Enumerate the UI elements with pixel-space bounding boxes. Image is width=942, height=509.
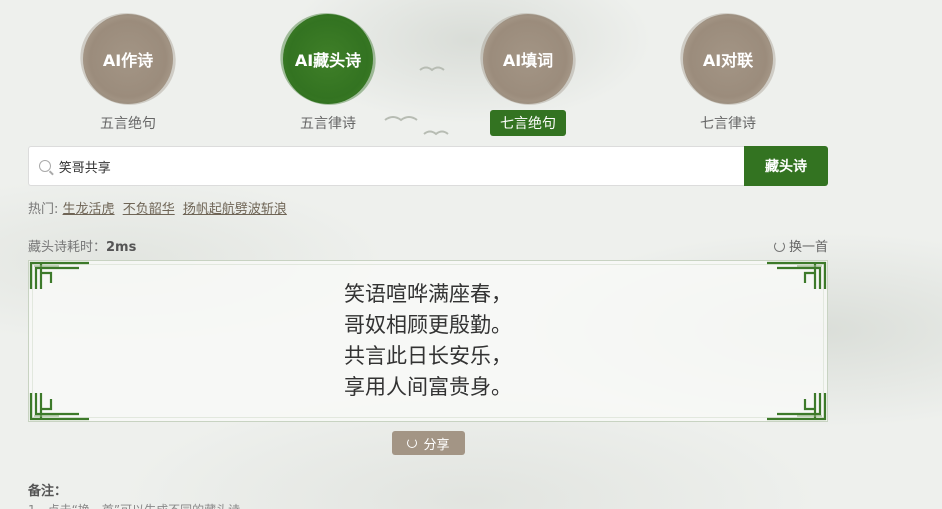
mode-item-ai-acrostic: AI藏头诗 五言律诗 bbox=[268, 14, 388, 136]
mode-label: AI填词 bbox=[502, 51, 554, 70]
hot-keyword-link[interactable]: 生龙活虎 bbox=[63, 202, 115, 217]
form-option-qiyan-jueju[interactable]: 七言绝句 bbox=[490, 110, 566, 136]
share-button[interactable]: 分享 bbox=[392, 431, 465, 455]
hot-label: 热门: bbox=[28, 202, 59, 217]
refresh-icon bbox=[773, 241, 785, 252]
search-icon bbox=[39, 160, 51, 172]
search-bar: 藏头诗 bbox=[28, 146, 828, 186]
mode-ai-acrostic-button[interactable]: AI藏头诗 bbox=[283, 14, 373, 104]
mode-item-ai-couplet: AI对联 七言律诗 bbox=[668, 14, 788, 136]
poem-line: 哥奴相顾更殷勤。 bbox=[344, 313, 512, 337]
note-title-text: 备注： bbox=[28, 484, 68, 499]
hot-keyword-link[interactable]: 不负韶华 bbox=[123, 202, 175, 217]
mode-item-ai-ci: AI填词 七言绝句 bbox=[468, 14, 588, 136]
refresh-label: 换一首 bbox=[788, 240, 828, 255]
hot-keywords: 热门: 生龙活虎 不负韶华 扬帆起航劈波斩浪 bbox=[28, 198, 291, 217]
poem-text: 笑语喧哗满座春， 哥奴相顾更殷勤。 共言此日长安乐， 享用人间富贵身。 bbox=[29, 279, 827, 403]
share-label: 分享 bbox=[423, 437, 450, 453]
note-title: 备注： bbox=[28, 480, 67, 499]
mode-ai-ci-button[interactable]: AI填词 bbox=[483, 14, 573, 104]
share-icon bbox=[407, 438, 418, 448]
generate-acrostic-button[interactable]: 藏头诗 bbox=[744, 146, 828, 186]
form-option-wuyan-lvshi[interactable]: 五言律诗 bbox=[290, 110, 366, 136]
result-meta: 藏头诗耗时：2ms 换一首 bbox=[28, 236, 828, 255]
search-input[interactable] bbox=[58, 158, 744, 174]
note-line: 1、点击“换一首”可以生成不同的藏头诗 bbox=[28, 501, 240, 509]
mode-label: AI作诗 bbox=[102, 51, 154, 70]
mode-ai-couplet-button[interactable]: AI对联 bbox=[683, 14, 773, 104]
mode-label: AI对联 bbox=[702, 51, 754, 70]
time-label: 藏头诗耗时： bbox=[28, 240, 107, 255]
time-value: 2ms bbox=[106, 240, 137, 255]
mode-selector: AI作诗 五言绝句 AI藏头诗 五言律诗 AI填词 七言绝句 AI对联 七言律诗 bbox=[28, 14, 828, 136]
poem-line: 共言此日长安乐， bbox=[344, 344, 512, 368]
poem-frame: 笑语喧哗满座春， 哥奴相顾更殷勤。 共言此日长安乐， 享用人间富贵身。 bbox=[28, 260, 828, 422]
form-option-wuyan-jueju[interactable]: 五言绝句 bbox=[90, 110, 166, 136]
mode-ai-poem-button[interactable]: AI作诗 bbox=[83, 14, 173, 104]
mode-label: AI藏头诗 bbox=[294, 51, 362, 70]
mode-item-ai-poem: AI作诗 五言绝句 bbox=[68, 14, 188, 136]
poem-line: 享用人间富贵身。 bbox=[344, 375, 512, 399]
refresh-button[interactable]: 换一首 bbox=[773, 236, 828, 255]
search-box bbox=[28, 146, 744, 186]
form-option-qiyan-lvshi[interactable]: 七言律诗 bbox=[690, 110, 766, 136]
hot-keyword-link[interactable]: 扬帆起航劈波斩浪 bbox=[183, 202, 287, 217]
poem-line: 笑语喧哗满座春， bbox=[344, 282, 512, 306]
